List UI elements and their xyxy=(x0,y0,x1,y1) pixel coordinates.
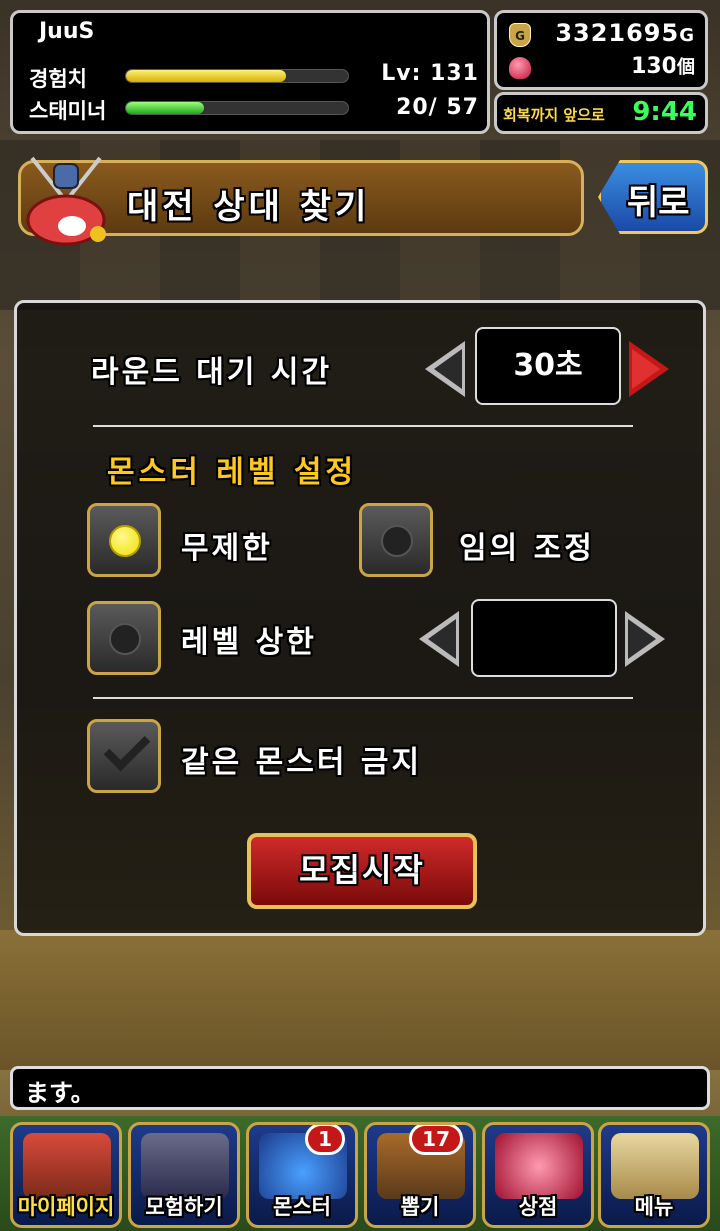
radio-empty-dot-icon xyxy=(381,525,413,557)
notification-badge: 17 xyxy=(409,1125,463,1155)
gem-unit: 個 xyxy=(677,57,695,78)
player-status-panel: JuuS 경험치 Lv: 131 스태미너 20/ 57 xyxy=(10,10,490,134)
background-floor xyxy=(0,930,720,1070)
stamina-bar xyxy=(125,101,349,115)
radio-unlimited[interactable] xyxy=(87,503,161,577)
currency-panel: G 3321695G 130個 xyxy=(494,10,708,90)
option-random-label: 임의 조정 xyxy=(459,531,595,566)
level-value: Lv: 131 xyxy=(381,61,479,86)
notification-badge: 1 xyxy=(305,1125,345,1155)
bottom-nav: 마이페이지 모험하기 1 몬스터 17 뽑기 상점 메뉴 xyxy=(0,1116,720,1231)
recovery-timer-panel: 회복까지 앞으로 9:44 xyxy=(494,92,708,134)
exp-label: 경험치 xyxy=(29,67,87,91)
round-wait-value: 30초 xyxy=(475,327,621,405)
radio-empty-dot-icon xyxy=(109,623,141,655)
start-recruit-button[interactable]: 모집시작 xyxy=(247,833,477,909)
checkmark-icon xyxy=(103,724,151,772)
exp-bar-fill xyxy=(126,70,286,82)
player-name: JuuS xyxy=(39,19,95,44)
radio-level-cap[interactable] xyxy=(87,601,161,675)
nav-item-menu[interactable]: 메뉴 xyxy=(598,1122,710,1228)
nav-item-label: 모험하기 xyxy=(145,1195,223,1219)
gold-bag-icon: G xyxy=(509,23,531,47)
round-wait-decrease-arrow-icon[interactable] xyxy=(425,341,465,397)
gem-amount: 130個 xyxy=(631,53,695,79)
round-wait-label: 라운드 대기 시간 xyxy=(91,355,333,390)
house-icon xyxy=(23,1133,111,1199)
option-level-cap-label: 레벨 상한 xyxy=(181,625,317,660)
matchmaking-settings-dialog: 라운드 대기 시간 30초 몬스터 레벨 설정 무제한 임의 조정 레벨 상한 … xyxy=(14,300,706,936)
nav-item-label: 메뉴 xyxy=(634,1195,674,1219)
gold-amount: 3321695G xyxy=(555,19,695,47)
divider xyxy=(93,697,633,699)
nav-item-label: 뽑기 xyxy=(400,1195,440,1219)
gold-unit: G xyxy=(679,25,695,46)
message-text: ます。 xyxy=(25,1079,95,1107)
stamina-value: 20/ 57 xyxy=(396,95,479,120)
slime-knight-emblem-icon xyxy=(26,156,106,246)
level-cap-value[interactable] xyxy=(471,599,617,677)
exp-bar xyxy=(125,69,349,83)
gold-value: 3321695 xyxy=(555,19,680,47)
nav-item-monster[interactable]: 1 몬스터 xyxy=(246,1122,358,1228)
level-cap-decrease-arrow-icon[interactable] xyxy=(419,611,459,667)
nav-item-shop[interactable]: 상점 xyxy=(482,1122,594,1228)
divider xyxy=(93,425,633,427)
heroes-icon xyxy=(141,1133,229,1199)
back-label: 뒤로 xyxy=(627,183,690,223)
nav-item-label: 상점 xyxy=(518,1195,558,1219)
option-unlimited-label: 무제한 xyxy=(181,531,273,566)
gem-icon xyxy=(509,57,531,79)
stamina-label: 스태미너 xyxy=(29,99,107,123)
same-monster-label: 같은 몬스터 금지 xyxy=(181,745,423,780)
back-button[interactable]: 뒤로 xyxy=(598,160,708,234)
nav-item-label: 마이페이지 xyxy=(17,1195,115,1219)
same-monster-checkbox[interactable] xyxy=(87,719,161,793)
page-title: 대전 상대 찾기 xyxy=(127,187,371,227)
nav-item-adventure[interactable]: 모험하기 xyxy=(128,1122,240,1228)
nav-item-gacha[interactable]: 17 뽑기 xyxy=(364,1122,476,1228)
round-wait-increase-arrow-icon[interactable] xyxy=(629,341,669,397)
nav-item-mypage[interactable]: 마이페이지 xyxy=(10,1122,122,1228)
radio-selected-dot-icon xyxy=(109,525,141,557)
stamina-bar-fill xyxy=(126,102,204,114)
recovery-timer: 9:44 xyxy=(632,97,697,127)
level-cap-increase-arrow-icon[interactable] xyxy=(625,611,665,667)
recovery-label: 회복까지 앞으로 xyxy=(503,106,605,124)
monster-level-section-title: 몬스터 레벨 설정 xyxy=(107,455,358,490)
notice-board-icon xyxy=(611,1133,699,1199)
nav-item-label: 몬스터 xyxy=(273,1195,331,1219)
gem-icon xyxy=(495,1133,583,1199)
message-box: ます。 xyxy=(10,1066,710,1110)
radio-random[interactable] xyxy=(359,503,433,577)
gem-value: 130 xyxy=(631,54,677,79)
